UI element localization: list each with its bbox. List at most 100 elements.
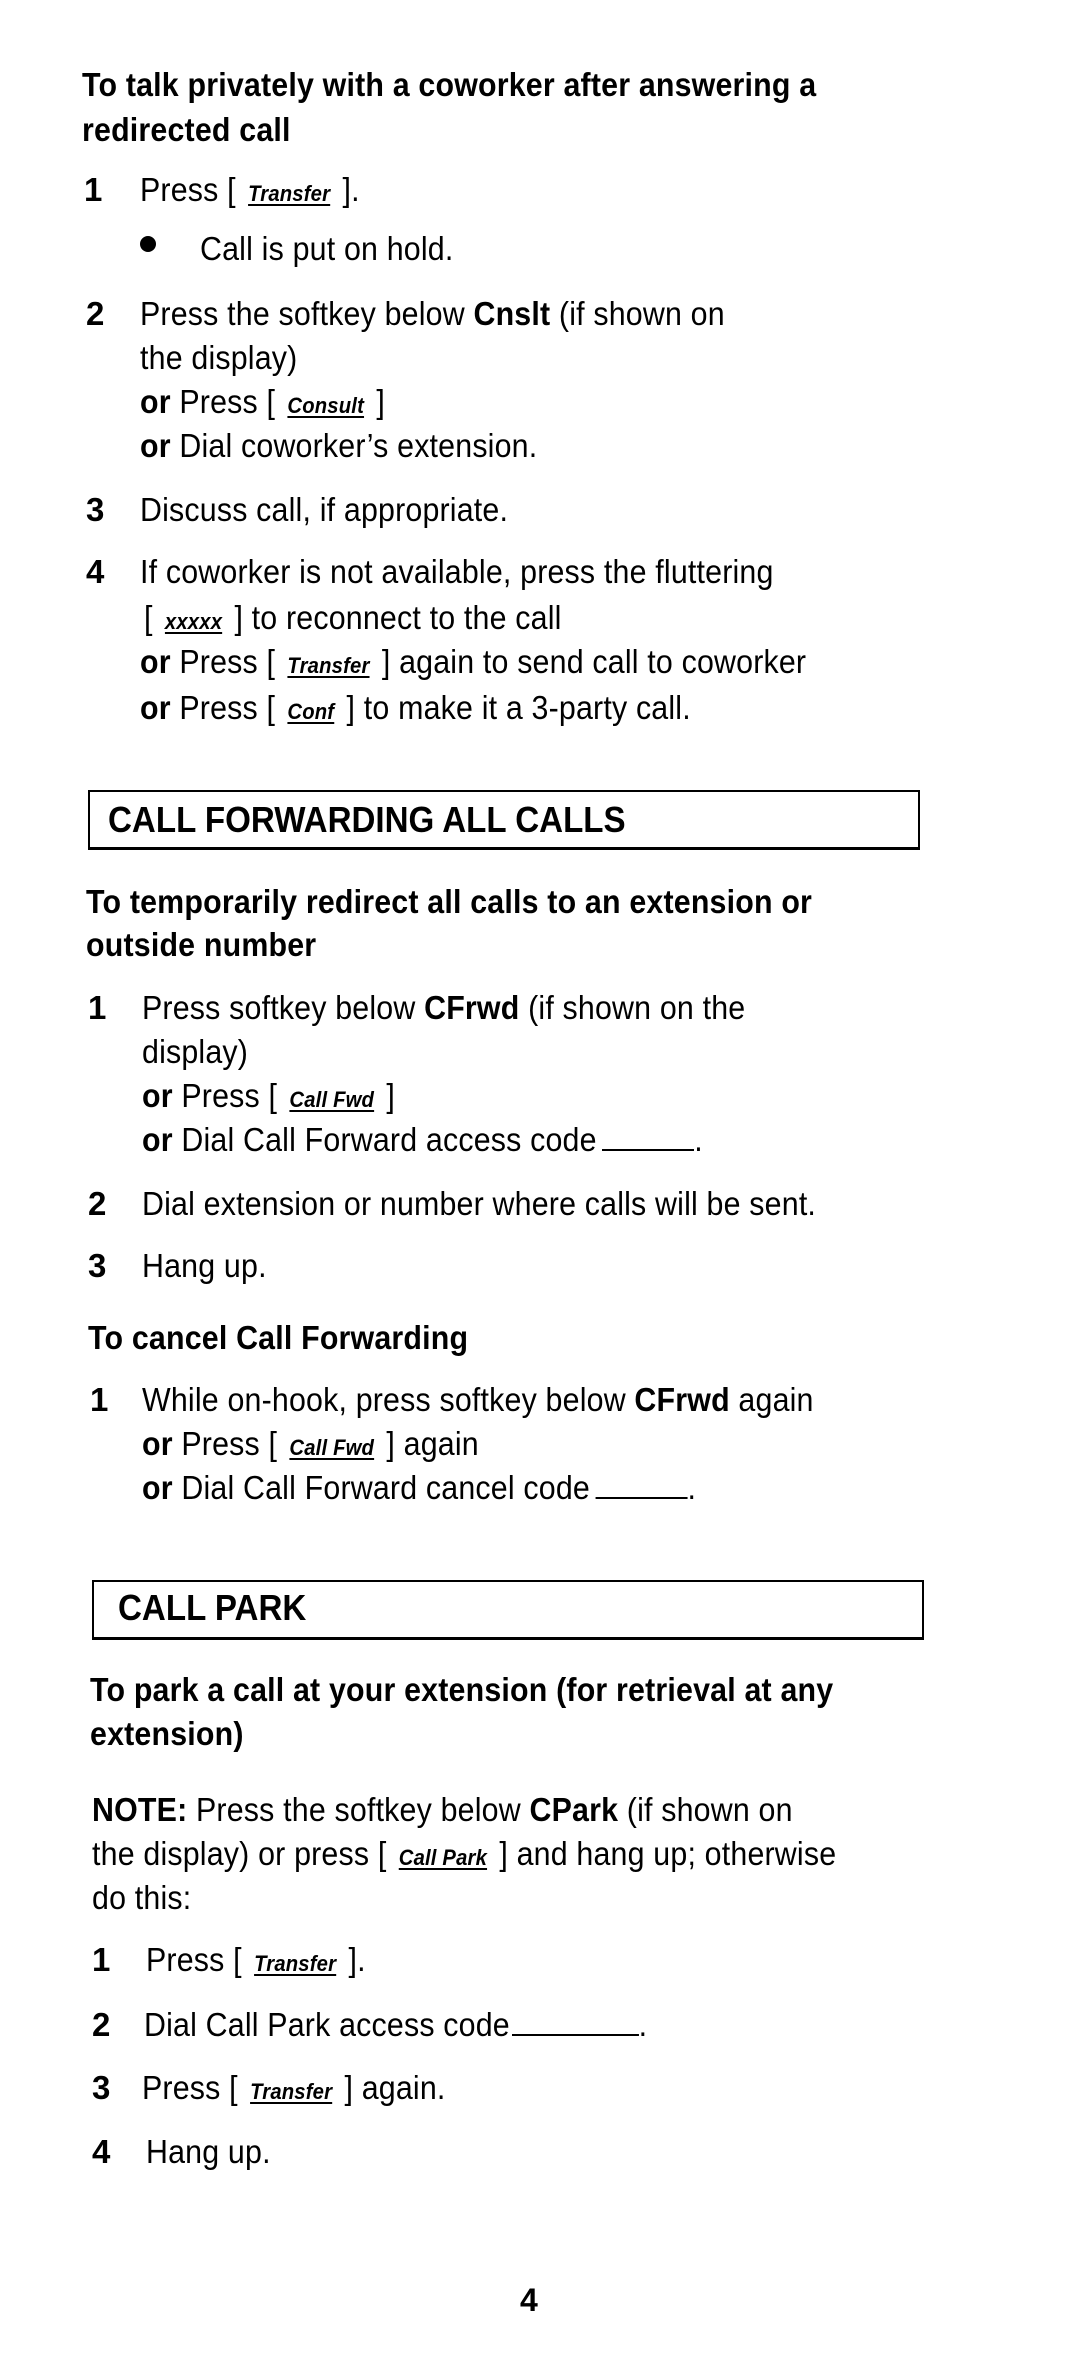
step-text: [ xxxxx ] to reconnect to the call [144, 598, 562, 642]
or-label: or [142, 1121, 173, 1158]
transfer-key[interactable]: Transfer [250, 1951, 339, 1976]
step-number: 2 [86, 295, 105, 332]
note-text: do this: [92, 1879, 192, 1916]
page-number: 4 [520, 2282, 538, 2318]
step-text: the display) [140, 339, 298, 376]
section-heading: To talk privately with a coworker after … [82, 66, 817, 103]
step-text: Hang up. [146, 2133, 271, 2170]
step-alternative: or Press [ Call Fwd ] [142, 1076, 395, 1120]
section-heading-cont: outside number [86, 926, 317, 963]
step-text-part: Dial coworker’s extension. [170, 427, 538, 464]
cancel-heading: To cancel Call Forwarding [88, 1319, 469, 1356]
section-heading: To temporarily redirect all calls to an … [86, 883, 813, 920]
step-text-part: ] again. [335, 2069, 446, 2106]
step-text-part: again [729, 1381, 814, 1418]
or-label: or [140, 643, 171, 680]
section-heading: To park a call at your extension (for re… [90, 1671, 834, 1708]
step-text-part: While on-hook, press softkey below [142, 1381, 635, 1418]
step-text-part: ] [377, 1077, 396, 1114]
section-title: CALL FORWARDING ALL CALLS [108, 799, 626, 840]
step-text-part: Press [ [140, 171, 245, 208]
bullet-icon [140, 236, 156, 252]
call-park-key[interactable]: Call Park [395, 1845, 491, 1870]
conf-key[interactable]: Conf [284, 699, 338, 724]
step-text: Press softkey below CFrwd (if shown on t… [142, 988, 745, 1028]
step-text-part: . [687, 1469, 697, 1506]
note-text: NOTE: Press the softkey below CPark (if … [92, 1790, 793, 1830]
step-text-part: Press [ [170, 689, 284, 726]
step-text-part: Press the softkey below [140, 295, 474, 332]
step-text: If coworker is not available, press the … [140, 553, 774, 590]
step-text-part: Press [ [146, 1941, 251, 1978]
step-number: 4 [92, 2133, 111, 2170]
step-text: display) [142, 1033, 249, 1070]
step-alternative: or Press [ Call Fwd ] again [142, 1424, 479, 1468]
step-text-part: (if shown on the [519, 989, 746, 1026]
step-text-part: ] again [377, 1425, 479, 1462]
section-heading-cont: redirected call [82, 111, 291, 148]
note-text-part: the display) or press [ [92, 1835, 396, 1872]
transfer-key[interactable]: Transfer [244, 181, 333, 206]
step-text-part: . [694, 1121, 703, 1158]
cancel-code-blank [595, 1471, 688, 1499]
step-text: Press [ Transfer ]. [140, 170, 360, 214]
step-number: 3 [86, 491, 105, 528]
step-text-part: [ [144, 599, 162, 636]
step-number: 1 [84, 171, 103, 208]
step-alternative: or Press [ Conf ] to make it a 3-party c… [140, 688, 691, 732]
step-text-part: Dial Call Forward access code [172, 1121, 597, 1158]
call-fwd-key[interactable]: Call Fwd [286, 1435, 378, 1460]
softkey-label: Cnslt [473, 295, 551, 332]
step-text: Press [ Transfer ]. [146, 1940, 366, 1984]
step-text-part: ] again to send call to coworker [373, 643, 807, 680]
step-text-part: ] to reconnect to the call [225, 599, 562, 636]
step-text-part: ] to make it a 3-party call. [337, 689, 691, 726]
step-number: 3 [92, 2069, 111, 2106]
step-text: Press the softkey below Cnslt (if shown … [140, 294, 725, 334]
or-label: or [140, 427, 171, 464]
step-text-part: Press softkey below [142, 989, 425, 1026]
step-alternative: or Dial Call Forward cancel code. [142, 1468, 696, 1508]
softkey-label: CFrwd [634, 1381, 730, 1418]
step-number: 2 [92, 2006, 111, 2043]
note-label: NOTE: [92, 1791, 188, 1828]
step-number: 3 [88, 1247, 107, 1284]
step-number: 2 [88, 1185, 107, 1222]
park-code-blank [511, 2008, 639, 2036]
note-text-part: Press the softkey below [187, 1791, 530, 1828]
step-alternative: or Dial coworker’s extension. [140, 426, 537, 466]
step-text: Discuss call, if appropriate. [140, 491, 509, 528]
step-text-part: Dial Call Forward cancel code [172, 1469, 590, 1506]
step-text-part: (if shown on [550, 295, 725, 332]
step-number: 1 [88, 989, 107, 1026]
bullet-text: Call is put on hold. [200, 230, 454, 267]
note-text-part: ] and hang up; otherwise [490, 1835, 837, 1872]
step-text: Press [ Transfer ] again. [142, 2068, 446, 2112]
step-text-part: ]. [333, 171, 360, 208]
or-label: or [142, 1077, 173, 1114]
fluttering-key[interactable]: xxxxx [161, 609, 226, 634]
softkey-label: CPark [529, 1791, 619, 1828]
step-text-part: ] [367, 383, 385, 420]
step-alternative: or Press [ Transfer ] again to send call… [140, 642, 806, 686]
step-text-part: Press [ [170, 643, 284, 680]
call-fwd-key[interactable]: Call Fwd [286, 1087, 378, 1112]
transfer-key[interactable]: Transfer [246, 2079, 335, 2104]
section-heading-cont: extension) [90, 1715, 244, 1752]
step-text-part: ]. [339, 1941, 366, 1978]
access-code-blank [602, 1123, 695, 1151]
transfer-key[interactable]: Transfer [284, 653, 373, 678]
or-label: or [140, 689, 171, 726]
step-text-part: . [638, 2006, 648, 2043]
or-label: or [142, 1469, 173, 1506]
step-number: 1 [90, 1381, 109, 1418]
or-label: or [140, 383, 171, 420]
consult-key[interactable]: Consult [284, 393, 368, 418]
step-number: 1 [92, 1941, 111, 1978]
step-text: Hang up. [142, 1247, 267, 1284]
step-text-part: Press [ [172, 1425, 286, 1462]
step-text: Dial extension or number where calls wil… [142, 1185, 817, 1222]
step-text-part: Dial Call Park access code [144, 2006, 510, 2043]
softkey-label: CFrwd [424, 989, 520, 1026]
step-alternative: or Press [ Consult ] [140, 382, 385, 426]
